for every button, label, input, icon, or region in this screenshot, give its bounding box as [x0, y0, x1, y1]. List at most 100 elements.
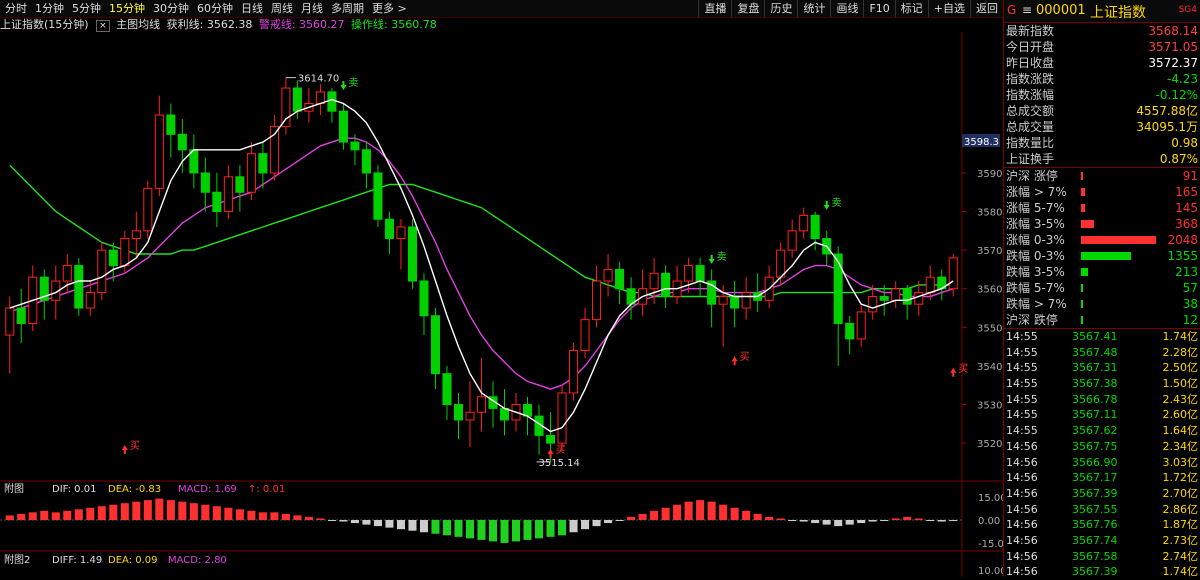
- y-tick-label: 3550: [977, 323, 1002, 334]
- tick-time: 14:56: [1006, 455, 1038, 469]
- tick-row: 14:55 3566.78 2.43亿: [1004, 392, 1200, 408]
- low-label: 3515.14: [539, 458, 580, 469]
- tab-9[interactable]: 多周期: [328, 2, 367, 15]
- breadth-value: 145: [1175, 201, 1198, 215]
- tab-5[interactable]: 60分钟: [194, 2, 236, 15]
- macd-bar: [488, 520, 498, 542]
- tick-row: 14:55 3567.48 2.28亿: [1004, 345, 1200, 361]
- menu-icon[interactable]: ≡: [1022, 3, 1032, 17]
- macd-bar: [638, 513, 647, 520]
- toolbar-button-5[interactable]: F10: [863, 0, 894, 17]
- sell-label: 卖: [832, 197, 842, 209]
- tick-price: 3567.39: [1072, 565, 1118, 579]
- tab-2[interactable]: 5分钟: [69, 2, 104, 15]
- breadth-label: 跌幅 0-3%: [1006, 249, 1065, 263]
- tab-1[interactable]: 1分钟: [32, 2, 67, 15]
- candle-body: [580, 319, 590, 351]
- tick-volume: 2.73亿: [1162, 533, 1199, 547]
- tick-row: 14:55 3567.41 1.74亿: [1004, 329, 1200, 345]
- tick-price: 3567.76: [1072, 518, 1118, 532]
- macd-bar: [281, 513, 290, 520]
- action-buttons: 直播 复盘 历史 统计 画线 F10 标记 +自选 返回: [698, 0, 1003, 17]
- breadth-bar: [1081, 252, 1131, 260]
- macd-bar: [742, 510, 751, 520]
- breadth-label: 涨幅 3-5%: [1006, 217, 1065, 231]
- candle-body: [258, 153, 268, 174]
- macd-bar: [166, 500, 175, 520]
- quote-header: G ≡ 000001 上证指数 SG4: [1004, 0, 1200, 23]
- tab-7[interactable]: 周线: [268, 2, 296, 15]
- tick-row: 14:55 3567.38 1.50亿: [1004, 376, 1200, 392]
- macd-bar: [109, 504, 118, 520]
- macd-bar: [661, 507, 670, 520]
- breadth-list: 沪深 涨停 91 涨幅 > 7% 165 涨幅 5-7% 145 涨幅 3-5% 368 涨幅 …: [1004, 167, 1200, 328]
- sub2-macd: MACD: 2.80: [168, 555, 227, 566]
- stats-list: 最新指数 3568.14 今日开盘 3571.05 昨日收盘 3572.37 指数涨跌 -4.…: [1004, 23, 1200, 167]
- tick-row: 14:56 3567.76 1.87亿: [1004, 517, 1200, 533]
- macd-bar: [86, 507, 95, 520]
- stat-value: 4557.88亿: [1136, 104, 1198, 118]
- candle-body: [856, 311, 866, 340]
- warn-line-label: 警戒线: 3560.27: [258, 18, 345, 31]
- tick-volume: 2.28亿: [1162, 345, 1199, 359]
- chart-area[interactable]: 3520 3530 3540 3550 3560 3570 3580 3590 3598.3 36…: [0, 32, 1010, 577]
- stat-value: -0.12%: [1155, 88, 1198, 102]
- candle-body: [476, 396, 487, 413]
- tab-8[interactable]: 月线: [298, 2, 326, 15]
- macd-bar: [63, 510, 72, 520]
- tick-volume: 2.43亿: [1162, 392, 1199, 406]
- candle-body: [453, 404, 464, 421]
- macd-bar: [28, 512, 37, 520]
- tab-4[interactable]: 30分钟: [150, 2, 192, 15]
- breadth-row: 跌幅 5-7% 57: [1004, 280, 1200, 296]
- tick-volume: 2.34亿: [1162, 439, 1199, 453]
- candle-body: [74, 265, 84, 309]
- breadth-row: 沪深 跌停 12: [1004, 312, 1200, 328]
- macd-bar: [926, 520, 935, 521]
- tick-row: 14:56 3567.74 2.73亿: [1004, 533, 1200, 549]
- tick-volume: 2.86亿: [1162, 502, 1199, 516]
- tick-row: 14:55 3567.62 1.64亿: [1004, 423, 1200, 439]
- tab-3[interactable]: 15分钟: [106, 2, 148, 15]
- toolbar-button-8[interactable]: 返回: [970, 0, 1003, 17]
- tick-price: 3566.90: [1072, 455, 1118, 469]
- toolbar-button-1[interactable]: 复盘: [731, 0, 764, 17]
- tab-0[interactable]: 分时: [2, 2, 30, 15]
- stat-row: 昨日收盘 3572.37: [1004, 55, 1200, 71]
- toolbar-button-0[interactable]: 直播: [698, 0, 731, 17]
- tab-10[interactable]: 更多 >: [369, 2, 410, 15]
- y-tick-label: 3580: [977, 208, 1002, 219]
- toolbar-button-3[interactable]: 统计: [797, 0, 830, 17]
- stat-row: 总成交量 34095.1万: [1004, 119, 1200, 135]
- breadth-bar: [1081, 172, 1083, 180]
- tick-price: 3566.78: [1072, 392, 1118, 406]
- candle-body: [120, 238, 130, 267]
- toolbar-button-2[interactable]: 历史: [764, 0, 797, 17]
- close-icon[interactable]: ×: [96, 20, 110, 32]
- breadth-row: 涨幅 0-3% 2048: [1004, 232, 1200, 248]
- macd-y-label: -15.00: [978, 539, 1003, 550]
- macd-bar: [396, 520, 405, 530]
- breadth-label: 沪深 涨停: [1006, 169, 1058, 183]
- toolbar-button-7[interactable]: +自选: [927, 0, 970, 17]
- macd-bar: [155, 498, 164, 520]
- candle-body: [787, 230, 797, 251]
- candle-body: [684, 265, 694, 282]
- tick-row: 14:56 3567.55 2.86亿: [1004, 502, 1200, 518]
- macd-bar: [604, 520, 613, 524]
- candle-body: [85, 292, 95, 309]
- macd-bar: [178, 501, 187, 520]
- toolbar-button-6[interactable]: 标记: [894, 0, 928, 17]
- tab-6[interactable]: 日线: [238, 2, 266, 15]
- macd-bar: [880, 520, 889, 521]
- candle-body: [396, 226, 406, 240]
- breadth-bar: [1081, 204, 1085, 212]
- indicator-name[interactable]: 主图均线: [116, 18, 160, 31]
- kline-chart[interactable]: 3520 3530 3540 3550 3560 3570 3580 3590 3598.3 36…: [0, 32, 1010, 577]
- tick-time: 14:56: [1006, 439, 1038, 453]
- toolbar-button-4[interactable]: 画线: [830, 0, 863, 17]
- sub2-y-label: 10.00: [978, 566, 1003, 577]
- stat-value: 0.87%: [1159, 152, 1198, 166]
- breadth-row: 跌幅 0-3% 1355: [1004, 248, 1200, 264]
- breadth-row: 跌幅 > 7% 38: [1004, 296, 1200, 312]
